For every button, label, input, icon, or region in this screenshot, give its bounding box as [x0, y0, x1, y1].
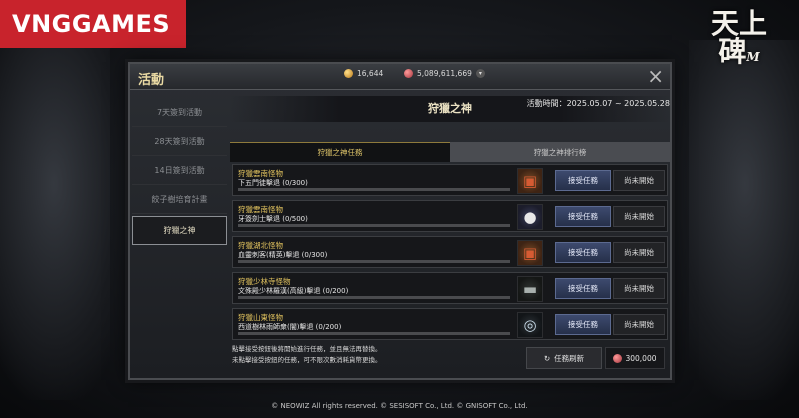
tab-hunting-missions[interactable]: 狩獵之神任務	[230, 142, 450, 162]
tab-hunting-ranking[interactable]: 狩獵之神排行榜	[450, 142, 670, 162]
mission-progress-bar	[238, 224, 510, 227]
eggs-icon[interactable]: ●	[517, 204, 543, 230]
currency-dropdown-icon[interactable]: ▾	[475, 69, 485, 78]
game-logo: 天上碑M	[699, 10, 779, 70]
sidebar-item-dumpling-tree[interactable]: 餃子樹培育計畫	[132, 185, 227, 214]
event-time: 活動時間：2025.05.07 ~ 2025.05.28	[526, 99, 670, 108]
mission-row: 狩獵湖北怪物 血靈刺客(精英)擊退 (0/300) ▣ 接受任務 尚未開始	[232, 236, 668, 268]
game-logo-suffix: M	[746, 50, 760, 64]
bar-icon[interactable]: ▬	[517, 276, 543, 302]
mission-description: 血靈刺客(精英)擊退 (0/300)	[238, 251, 328, 259]
gem-icon	[613, 353, 623, 363]
accept-mission-button[interactable]: 接受任務	[555, 170, 611, 191]
vnggames-logo: VNGGAMES	[0, 0, 186, 48]
mission-status: 尚未開始	[613, 206, 665, 227]
accept-mission-button[interactable]: 接受任務	[555, 242, 611, 263]
window-header: 活動 16,644 5,089,611,669 ▾ ×	[130, 64, 670, 90]
mission-status: 尚未開始	[613, 314, 665, 335]
mission-row: 狩獵雲南怪物 牙簽劍士擊退 (0/500) ● 接受任務 尚未開始	[232, 200, 668, 232]
mission-progress-bar	[238, 296, 510, 299]
chest-icon[interactable]: ▣	[517, 168, 543, 194]
refresh-label: 任務刷新	[554, 353, 585, 363]
game-screen: VNGGAMES 天上碑M 活動 16,644 5,089,611,669 ▾ …	[0, 0, 799, 418]
accept-mission-button[interactable]: 接受任務	[555, 314, 611, 335]
mission-description: 下五門徒擊退 (0/300)	[238, 179, 308, 187]
close-icon[interactable]: ×	[647, 66, 664, 86]
mission-row: 狩獵少林寺怪物 文殊殿少林羅漢(高級)擊退 (0/200) ▬ 接受任務 尚未開…	[232, 272, 668, 304]
sidebar-item-label: 7天簽到活動	[156, 107, 203, 117]
gem-currency: 5,089,611,669 ▾	[404, 69, 485, 78]
right-dragon-statue	[689, 40, 799, 400]
sidebar-item-label: 14日簽到活動	[154, 165, 205, 175]
mission-list: 狩獵雲南怪物 下五門徒擊退 (0/300) ▣ 接受任務 尚未開始 狩獵雲南怪物…	[232, 164, 668, 344]
activity-window: 活動 16,644 5,089,611,669 ▾ × 7天簽到活動 28天簽到…	[128, 62, 672, 380]
mission-status: 尚未開始	[613, 242, 665, 263]
sidebar-item-label: 餃子樹培育計畫	[151, 194, 208, 204]
mission-notes: 點擊接受按鈕後將開始進行任務，並且無法再替換。 未點擊接受按鈕的任務，可不限次數…	[232, 344, 382, 366]
vnggames-logo-text: VNGGAMES	[12, 10, 171, 38]
event-sidebar: 7天簽到活動 28天簽到活動 14日簽到活動 餃子樹培育計畫 狩獵之神	[132, 98, 227, 245]
refresh-missions-button[interactable]: ↻ 任務刷新	[526, 347, 602, 369]
accept-mission-button[interactable]: 接受任務	[555, 278, 611, 299]
sidebar-item-label: 狩獵之神	[163, 226, 196, 235]
gold-amount: 16,644	[357, 69, 384, 78]
mission-status: 尚未開始	[613, 278, 665, 299]
mission-description: 西道樹林雨師衆(闇)擊退 (0/200)	[238, 323, 342, 331]
sidebar-item-14day-checkin[interactable]: 14日簽到活動	[132, 156, 227, 185]
note-line: 點擊接受按鈕後將開始進行任務，並且無法再替換。	[232, 345, 382, 353]
event-main-panel: 狩獵之神 活動時間：2025.05.07 ~ 2025.05.28 狩獵之神任務…	[230, 92, 670, 378]
mission-status: 尚未開始	[613, 170, 665, 191]
mission-row: 狩獵雲南怪物 下五門徒擊退 (0/300) ▣ 接受任務 尚未開始	[232, 164, 668, 196]
sidebar-item-label: 28天簽到活動	[154, 136, 205, 146]
mission-row: 狩獵山東怪物 西道樹林雨師衆(闇)擊退 (0/200) ◎ 接受任務 尚未開始	[232, 308, 668, 340]
gem-icon	[404, 69, 413, 78]
ring-icon[interactable]: ◎	[517, 312, 543, 338]
gold-coin-icon	[344, 69, 353, 78]
refresh-icon: ↻	[543, 353, 551, 363]
gem-amount: 5,089,611,669	[417, 69, 472, 78]
mission-progress-bar	[238, 188, 510, 191]
copyright-footer: © NEOWIZ All rights reserved. © SESISOFT…	[271, 402, 528, 410]
sidebar-item-hunting-god[interactable]: 狩獵之神	[132, 216, 227, 245]
sidebar-item-28day-checkin[interactable]: 28天簽到活動	[132, 127, 227, 156]
mission-description: 牙簽劍士擊退 (0/500)	[238, 215, 308, 223]
mission-progress-bar	[238, 260, 510, 263]
event-tabs: 狩獵之神任務 狩獵之神排行榜	[230, 142, 670, 162]
gold-currency: 16,644	[344, 69, 383, 78]
sidebar-item-7day-checkin[interactable]: 7天簽到活動	[132, 98, 227, 127]
mission-description: 文殊殿少林羅漢(高級)擊退 (0/200)	[238, 287, 349, 295]
window-title: 活動	[138, 73, 165, 88]
mission-progress-bar	[238, 332, 510, 335]
refresh-cost-value: 300,000	[625, 353, 657, 363]
accept-mission-button[interactable]: 接受任務	[555, 206, 611, 227]
chest-icon[interactable]: ▣	[517, 240, 543, 266]
left-dragon-statue	[0, 40, 110, 400]
note-line: 未點擊接受按鈕的任務，可不限次數消耗貨幣更換。	[232, 356, 382, 364]
refresh-cost: 300,000	[605, 347, 665, 369]
